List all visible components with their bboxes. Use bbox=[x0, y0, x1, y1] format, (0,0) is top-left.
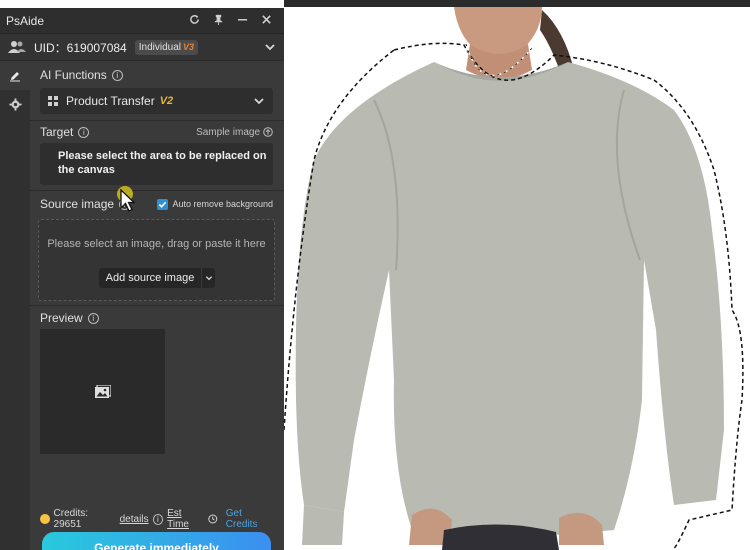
chevron-down-icon bbox=[254, 98, 264, 105]
left-rail bbox=[0, 62, 30, 550]
info-icon[interactable]: i bbox=[111, 69, 123, 81]
user-bar: UID：619007084 Individual V3 bbox=[0, 34, 284, 61]
credits-count: Credits: 29651 bbox=[53, 508, 88, 530]
grid-icon bbox=[48, 96, 58, 106]
user-id: UID：619007084 bbox=[34, 40, 127, 55]
est-time-link[interactable]: Est Time bbox=[167, 508, 204, 530]
panel-title: PsAide bbox=[6, 13, 45, 28]
info-icon[interactable]: i bbox=[152, 513, 164, 525]
rail-edit-button[interactable] bbox=[0, 62, 30, 90]
mouse-cursor-icon bbox=[117, 186, 136, 212]
ai-functions-label: AI Functions i bbox=[40, 68, 123, 82]
details-link[interactable]: details bbox=[120, 514, 149, 525]
source-drop-zone[interactable]: Please select an image, drag or paste it… bbox=[38, 219, 275, 301]
close-icon[interactable] bbox=[254, 14, 278, 28]
chevron-down-icon[interactable] bbox=[264, 41, 276, 53]
info-icon[interactable]: i bbox=[87, 312, 99, 324]
gear-icon bbox=[8, 97, 22, 111]
target-header: Target i Sample image bbox=[40, 125, 273, 139]
psaide-panel: PsAide UID：619007084 Individual V3 AI Fu… bbox=[0, 8, 284, 550]
canvas-area[interactable] bbox=[284, 0, 750, 550]
pin-icon[interactable] bbox=[206, 14, 230, 28]
sample-image-link[interactable]: Sample image bbox=[196, 127, 273, 138]
source-hint: Please select an image, drag or paste it… bbox=[47, 238, 266, 250]
minimize-icon[interactable] bbox=[230, 14, 254, 28]
plan-version: V3 bbox=[183, 42, 195, 52]
ai-function-version: V2 bbox=[159, 95, 174, 107]
image-placeholder-icon bbox=[94, 385, 111, 398]
rail-settings-button[interactable] bbox=[0, 90, 30, 118]
pencil-icon bbox=[10, 72, 20, 82]
preview-label: Preview i bbox=[40, 311, 99, 325]
product-image bbox=[284, 7, 744, 550]
credits-footer: Credits: 29651 details i Est Time Get Cr… bbox=[30, 508, 284, 530]
preview-box bbox=[40, 329, 165, 454]
divider bbox=[30, 305, 284, 306]
panel-titlebar: PsAide bbox=[0, 8, 284, 34]
ai-function-selected: Product Transfer bbox=[66, 94, 155, 108]
coin-icon bbox=[40, 514, 50, 524]
divider bbox=[30, 190, 284, 191]
target-message: Please select the area to be replaced on… bbox=[58, 150, 267, 176]
ai-function-select[interactable]: Product Transfer V2 bbox=[40, 88, 273, 114]
upload-circle-icon bbox=[263, 127, 273, 137]
get-credits-link[interactable]: Get Credits bbox=[226, 508, 274, 530]
check-icon bbox=[159, 201, 167, 208]
target-area-box[interactable]: Please select the area to be replaced on… bbox=[40, 143, 273, 185]
plan-label: Individual bbox=[138, 41, 181, 53]
add-source-dropdown[interactable] bbox=[201, 268, 215, 288]
source-header: Source image i Auto remove background bbox=[40, 197, 273, 211]
auto-remove-label: Auto remove background bbox=[172, 199, 273, 209]
info-icon[interactable]: i bbox=[78, 126, 90, 138]
refresh-icon[interactable] bbox=[182, 14, 206, 28]
auto-remove-checkbox[interactable] bbox=[157, 198, 169, 210]
chevron-down-icon bbox=[205, 276, 212, 281]
auto-remove-toggle[interactable]: Auto remove background bbox=[157, 198, 273, 210]
clock-icon bbox=[208, 514, 218, 524]
generate-button[interactable]: Generate immediately bbox=[42, 532, 271, 550]
plan-badge: Individual V3 bbox=[134, 39, 199, 55]
users-icon bbox=[8, 41, 26, 53]
add-source-image-button[interactable]: Add source image bbox=[99, 268, 215, 288]
divider bbox=[30, 120, 284, 121]
target-label: Target i bbox=[40, 125, 90, 139]
